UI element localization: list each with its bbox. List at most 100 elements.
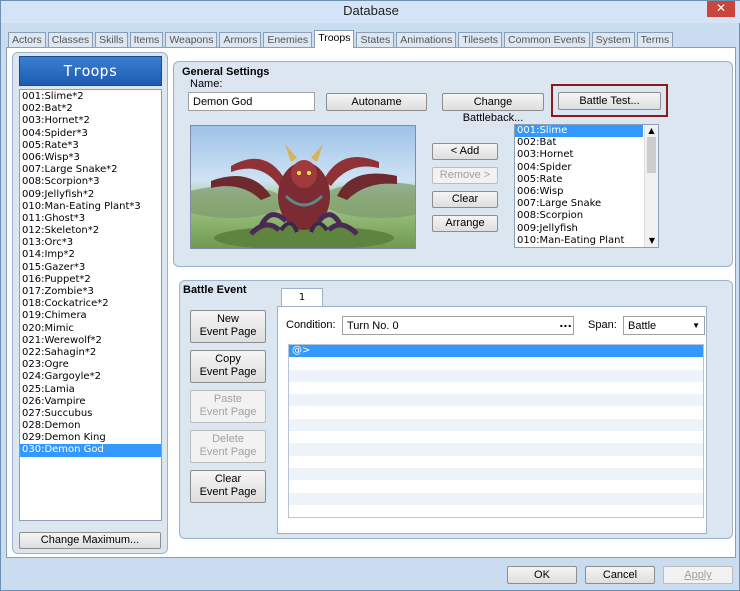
troop-list-item[interactable]: 004:Spider*3 — [20, 128, 161, 140]
event-command-row[interactable] — [289, 369, 703, 382]
troop-list-item[interactable]: 011:Ghost*3 — [20, 213, 161, 225]
event-command-row[interactable] — [289, 418, 703, 432]
event-command-row[interactable] — [289, 406, 703, 418]
copy-event-page-button[interactable]: Copy Event Page — [190, 350, 266, 383]
change-maximum-button[interactable]: Change Maximum... — [19, 532, 161, 549]
troop-list-item[interactable]: 021:Werewolf*2 — [20, 335, 161, 347]
ok-button[interactable]: OK — [507, 566, 577, 584]
condition-button[interactable]: ... — [558, 317, 573, 334]
clear-event-page-button[interactable]: Clear Event Page — [190, 470, 266, 503]
troops-list[interactable]: 001:Slime*2 002:Bat*2 003:Hornet*2 004:Spid… — [19, 89, 162, 521]
enemy-list-item[interactable]: 009:Jellyfish — [515, 223, 643, 235]
enemy-list-item[interactable]: 004:Spider — [515, 162, 643, 174]
new-event-page-button[interactable]: New Event Page — [190, 310, 266, 343]
troop-list-item[interactable]: 016:Puppet*2 — [20, 274, 161, 286]
tab-system[interactable]: System — [591, 32, 635, 47]
scroll-up-icon[interactable]: ▲ — [645, 125, 658, 137]
tab-terms[interactable]: Terms — [636, 32, 674, 47]
enemy-list-item[interactable]: 007:Large Snake — [515, 198, 643, 210]
troop-list-item[interactable]: 009:Jellyfish*2 — [20, 189, 161, 201]
troop-list-item[interactable]: 013:Orc*3 — [20, 237, 161, 249]
add-enemy-button[interactable]: < Add — [432, 143, 498, 160]
troop-list-item[interactable]: 025:Lamia — [20, 384, 161, 396]
troop-list-item[interactable]: 008:Scorpion*3 — [20, 176, 161, 188]
tab-classes[interactable]: Classes — [47, 32, 94, 47]
change-battleback-button[interactable]: Change Battleback... — [442, 93, 544, 124]
enemy-list-item[interactable]: 002:Bat — [515, 137, 643, 149]
troop-list-item[interactable]: 017:Zombie*3 — [20, 286, 161, 298]
troop-list-item[interactable]: 010:Man-Eating Plant*3 — [20, 201, 161, 213]
event-command-row[interactable] — [289, 456, 703, 468]
arrange-enemies-button[interactable]: Arrange — [432, 215, 498, 232]
tab-armors[interactable]: Armors — [219, 32, 262, 47]
troop-list-item[interactable]: 015:Gazer*3 — [20, 262, 161, 274]
event-command-row[interactable] — [289, 492, 703, 505]
troop-list-item[interactable]: 002:Bat*2 — [20, 103, 161, 115]
paste-event-page-button[interactable]: Paste Event Page — [190, 390, 266, 423]
troop-list-item[interactable]: 023:Ogre — [20, 359, 161, 371]
event-command-row[interactable] — [289, 382, 703, 394]
delete-event-page-button[interactable]: Delete Event Page — [190, 430, 266, 463]
clear-enemies-button[interactable]: Clear — [432, 191, 498, 208]
enemy-list-scrollbar[interactable]: ▲ ▼ — [644, 125, 658, 247]
enemy-list-item[interactable]: 008:Scorpion — [515, 210, 643, 222]
event-command-row[interactable] — [289, 505, 703, 517]
troop-list-item[interactable]: 012:Skeleton*2 — [20, 225, 161, 237]
enemy-list-item[interactable]: 003:Hornet — [515, 149, 643, 161]
tab-actors[interactable]: Actors — [8, 32, 46, 47]
tab-skills[interactable]: Skills — [95, 32, 128, 47]
troop-list-item[interactable]: 028:Demon — [20, 420, 161, 432]
troop-list-item[interactable]: 001:Slime*2 — [20, 91, 161, 103]
tab-enemies[interactable]: Enemies — [263, 32, 313, 47]
troop-list-item[interactable]: 026:Vampire — [20, 396, 161, 408]
event-command-row[interactable]: @> — [289, 345, 703, 358]
enemy-list-item[interactable]: 001:Slime — [515, 125, 643, 138]
close-icon[interactable]: ✕ — [707, 1, 735, 17]
enemy-list-item[interactable]: 005:Rate — [515, 174, 643, 186]
troop-list-item[interactable]: 018:Cockatrice*2 — [20, 298, 161, 310]
autoname-button[interactable]: Autoname — [326, 93, 427, 111]
tab-weapons[interactable]: Weapons — [165, 32, 218, 47]
tab-items[interactable]: Items — [129, 32, 164, 47]
event-command-row[interactable] — [289, 480, 703, 492]
battle-test-button[interactable]: Battle Test... — [558, 92, 661, 110]
condition-field[interactable]: Turn No. 0 — [342, 316, 574, 335]
event-command-list[interactable]: @> — [288, 344, 704, 518]
tab-states[interactable]: States — [356, 32, 395, 47]
troop-list-item[interactable]: 030:Demon God — [20, 444, 161, 457]
remove-enemy-button[interactable]: Remove > — [432, 167, 498, 184]
event-page-tab-1[interactable]: 1 — [281, 288, 323, 307]
enemy-list-item[interactable]: 006:Wisp — [515, 186, 643, 198]
tab-animations[interactable]: Animations — [396, 32, 457, 47]
event-command-row[interactable] — [289, 357, 703, 369]
troop-list-item[interactable]: 029:Demon King — [20, 432, 161, 444]
troop-list-item[interactable]: 003:Hornet*2 — [20, 115, 161, 127]
apply-button[interactable]: Apply — [663, 566, 733, 584]
enemy-list[interactable]: 001:Slime 002:Bat 003:Hornet 004:Spider 005:… — [514, 124, 659, 248]
scroll-thumb[interactable] — [647, 137, 656, 173]
tab-tilesets[interactable]: Tilesets — [458, 32, 503, 47]
delete-page-line1: Delete — [212, 433, 244, 445]
troop-list-item[interactable]: 019:Chimera — [20, 310, 161, 322]
troop-list-item[interactable]: 022:Sahagin*2 — [20, 347, 161, 359]
tab-common-events[interactable]: Common Events — [504, 32, 590, 47]
troop-list-item[interactable]: 006:Wisp*3 — [20, 152, 161, 164]
event-command-row[interactable] — [289, 431, 703, 443]
troop-list-item[interactable]: 027:Succubus — [20, 408, 161, 420]
troop-list-item[interactable]: 005:Rate*3 — [20, 140, 161, 152]
troop-list-item[interactable]: 007:Large Snake*2 — [20, 164, 161, 176]
enemy-list-item[interactable]: 010:Man-Eating Plant — [515, 235, 643, 247]
span-select[interactable]: Battle ▼ — [623, 316, 705, 335]
troop-battle-preview[interactable] — [190, 125, 416, 249]
general-settings-title: General Settings — [182, 66, 270, 78]
tab-troops[interactable]: Troops — [314, 30, 355, 48]
troop-list-item[interactable]: 020:Mimic — [20, 323, 161, 335]
troop-list-item[interactable]: 014:Imp*2 — [20, 249, 161, 261]
event-command-row[interactable] — [289, 467, 703, 481]
event-command-row[interactable] — [289, 394, 703, 407]
troop-list-item[interactable]: 024:Gargoyle*2 — [20, 371, 161, 383]
name-input[interactable]: Demon God — [188, 92, 315, 111]
cancel-button[interactable]: Cancel — [585, 566, 655, 584]
scroll-down-icon[interactable]: ▼ — [645, 235, 659, 247]
event-command-row[interactable] — [289, 443, 703, 456]
